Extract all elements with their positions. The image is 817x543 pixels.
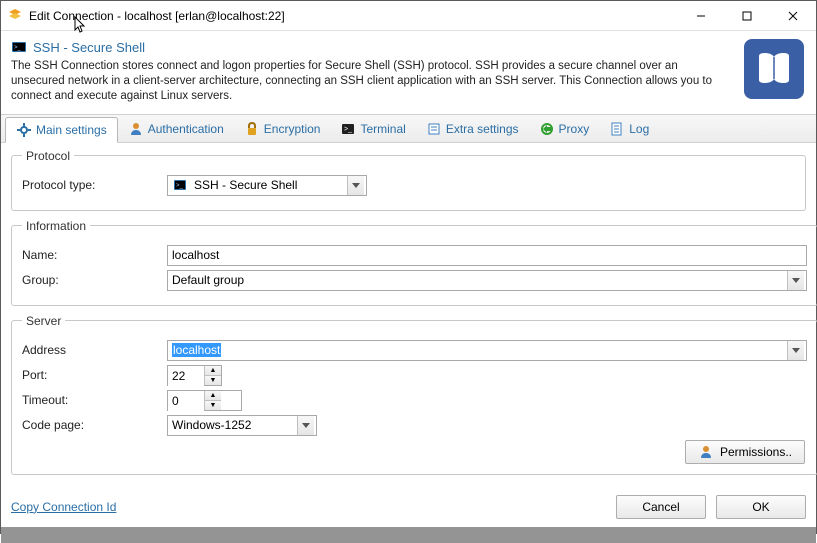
permissions-label: Permissions..	[720, 445, 792, 459]
timeout-input[interactable]	[168, 391, 204, 412]
information-legend: Information	[22, 219, 90, 233]
tabstrip: Main settings Authentication Encryption …	[1, 114, 816, 143]
chevron-down-icon	[347, 176, 364, 195]
settings-icon	[16, 122, 32, 138]
proxy-icon	[539, 121, 555, 137]
protocol-type-select[interactable]: >_ SSH - Secure Shell	[167, 175, 367, 196]
main-content: Protocol Protocol type: >_ SSH - Secure …	[1, 143, 816, 487]
svg-text:>_: >_	[176, 183, 184, 189]
port-label: Port:	[22, 368, 167, 382]
ok-label: OK	[752, 500, 769, 514]
codepage-select[interactable]: Windows-1252	[167, 415, 317, 436]
ssh-icon: >_	[172, 177, 188, 193]
minimize-button[interactable]	[678, 1, 724, 30]
svg-text:>_: >_	[344, 126, 352, 133]
copy-connection-id-link[interactable]: Copy Connection Id	[11, 500, 116, 514]
header-area: >_ SSH - Secure Shell The SSH Connection…	[1, 31, 816, 114]
tab-label: Extra settings	[446, 122, 519, 136]
tab-label: Encryption	[264, 122, 321, 136]
timeout-label: Timeout:	[22, 393, 167, 407]
address-label: Address	[22, 343, 167, 357]
address-input[interactable]: localhost	[167, 340, 807, 361]
protocol-type-value: SSH - Secure Shell	[194, 178, 297, 192]
codepage-label: Code page:	[22, 418, 167, 432]
group-label: Group:	[22, 273, 167, 287]
timeout-up-button[interactable]: ▲	[205, 391, 221, 401]
information-group: Information Name: Group: Default group	[11, 219, 817, 306]
tab-authentication[interactable]: Authentication	[118, 117, 234, 142]
protocol-type-label: Protocol type:	[22, 178, 167, 192]
tab-terminal[interactable]: >_ Terminal	[330, 117, 415, 142]
port-stepper[interactable]: ▲ ▼	[167, 365, 222, 386]
page-description: The SSH Connection stores connect and lo…	[11, 59, 806, 104]
timeout-stepper[interactable]: ▲ ▼	[167, 390, 242, 411]
address-value: localhost	[172, 343, 221, 357]
lock-icon	[244, 121, 260, 137]
tab-label: Proxy	[559, 122, 590, 136]
ok-button[interactable]: OK	[716, 495, 806, 519]
tab-label: Main settings	[36, 123, 107, 137]
port-up-button[interactable]: ▲	[205, 366, 221, 376]
user-icon	[128, 121, 144, 137]
window-controls	[678, 1, 816, 30]
name-label: Name:	[22, 248, 167, 262]
chevron-down-icon	[787, 271, 804, 290]
protocol-group: Protocol Protocol type: >_ SSH - Secure …	[11, 149, 806, 211]
codepage-value: Windows-1252	[172, 418, 251, 432]
permissions-button[interactable]: Permissions..	[685, 440, 805, 464]
maximize-button[interactable]	[724, 1, 770, 30]
footer: Copy Connection Id Cancel OK	[1, 487, 816, 527]
cancel-label: Cancel	[642, 500, 679, 514]
svg-text:>_: >_	[14, 45, 22, 51]
book-icon	[744, 39, 804, 99]
timeout-down-button[interactable]: ▼	[205, 401, 221, 410]
tab-label: Authentication	[148, 122, 224, 136]
group-select[interactable]: Default group	[167, 270, 807, 291]
server-legend: Server	[22, 314, 65, 328]
port-down-button[interactable]: ▼	[205, 376, 221, 385]
status-strip	[1, 527, 816, 543]
titlebar: Edit Connection - localhost [erlan@local…	[1, 1, 816, 31]
chevron-down-icon	[787, 341, 804, 360]
port-input[interactable]	[168, 366, 204, 387]
tab-label: Terminal	[360, 122, 405, 136]
tab-extra-settings[interactable]: Extra settings	[416, 117, 529, 142]
group-value: Default group	[172, 273, 244, 287]
tab-proxy[interactable]: Proxy	[529, 117, 600, 142]
server-group: Server Address localhost Port: ▲ ▼ Timeo…	[11, 314, 817, 475]
terminal-icon: >_	[340, 121, 356, 137]
close-button[interactable]	[770, 1, 816, 30]
protocol-legend: Protocol	[22, 149, 74, 163]
ssh-icon: >_	[11, 39, 27, 55]
log-icon	[609, 121, 625, 137]
cancel-button[interactable]: Cancel	[616, 495, 706, 519]
user-icon	[698, 444, 714, 460]
tab-main-settings[interactable]: Main settings	[5, 117, 118, 143]
extra-icon	[426, 121, 442, 137]
chevron-down-icon	[297, 416, 314, 435]
tab-log[interactable]: Log	[599, 117, 659, 142]
app-icon	[7, 8, 23, 24]
tab-label: Log	[629, 122, 649, 136]
page-title: SSH - Secure Shell	[33, 40, 145, 55]
name-input[interactable]	[167, 245, 807, 266]
window-title: Edit Connection - localhost [erlan@local…	[29, 9, 678, 23]
tab-encryption[interactable]: Encryption	[234, 117, 331, 142]
